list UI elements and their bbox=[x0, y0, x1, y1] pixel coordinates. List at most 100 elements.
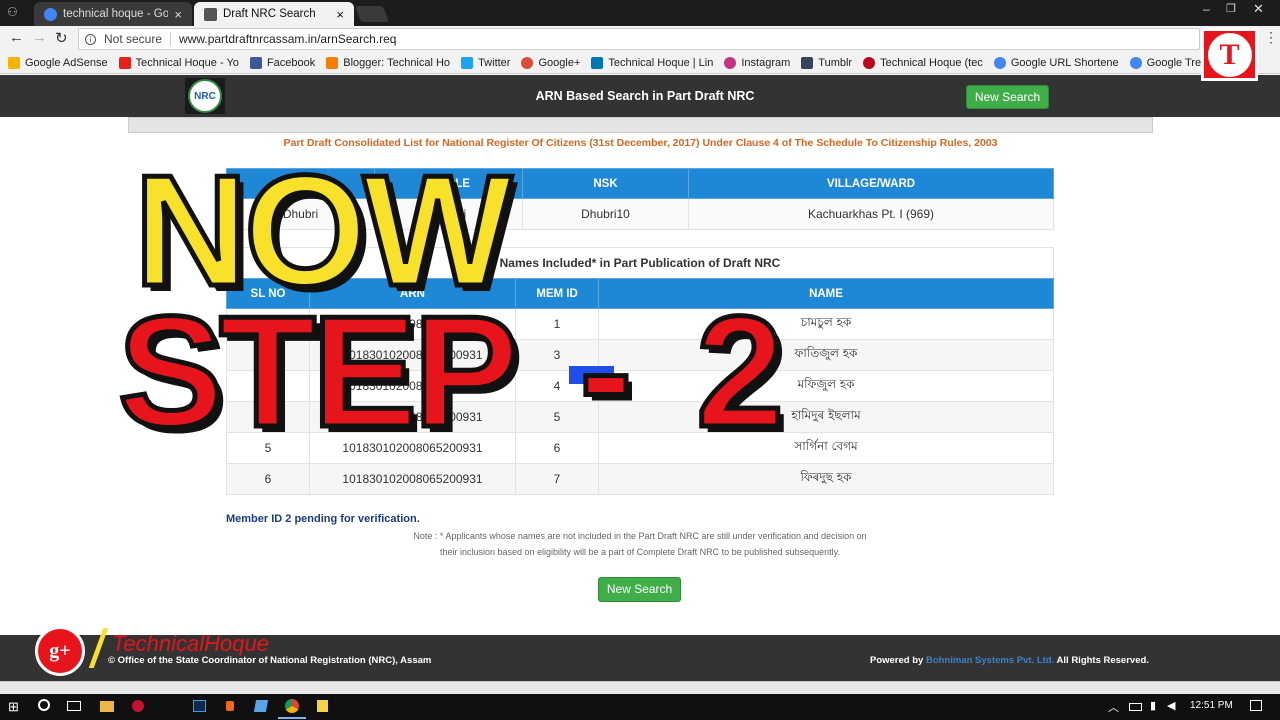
nrc-logo: NRC bbox=[185, 78, 225, 114]
minimize-icon[interactable]: – bbox=[1203, 2, 1210, 16]
chrome-active-underline bbox=[278, 717, 306, 719]
bookmark-label: Technical Hoque (tec bbox=[880, 56, 983, 69]
tab-draft-nrc-search[interactable]: Draft NRC Search × bbox=[194, 2, 354, 26]
back-icon[interactable]: ← bbox=[9, 29, 24, 46]
new-tab-button[interactable] bbox=[355, 6, 389, 22]
nrc-logo-badge: NRC bbox=[188, 79, 222, 113]
bookmark-label: Blogger: Technical Ho bbox=[343, 56, 451, 69]
bookmark-item[interactable]: Technical Hoque | Lin bbox=[591, 56, 714, 69]
bookmark-label: Google AdSense bbox=[25, 56, 108, 69]
reload-icon[interactable]: ↻ bbox=[55, 29, 68, 47]
pending-message: Member ID 2 pending for verification. bbox=[226, 513, 420, 525]
note-line-2: their inclusion based on eligibility wil… bbox=[439, 547, 841, 557]
google-icon bbox=[1129, 56, 1142, 69]
footer-powered-suffix: All Rights Reserved. bbox=[1054, 655, 1149, 666]
notifications-icon[interactable] bbox=[1250, 700, 1262, 711]
adsense-icon bbox=[8, 56, 20, 69]
incognito-icon: ⚇ bbox=[7, 5, 18, 19]
google-plus-badge: g+ bbox=[35, 626, 85, 676]
bookmark-item[interactable]: Instagram bbox=[724, 56, 791, 69]
info-icon[interactable]: i bbox=[85, 33, 96, 45]
tab-title: Draft NRC Search bbox=[223, 8, 316, 20]
twitter-icon bbox=[461, 56, 474, 69]
volume-icon[interactable]: ◀ bbox=[1167, 699, 1175, 712]
app-blue-icon[interactable] bbox=[253, 700, 269, 712]
new-search-button-header[interactable]: New Search bbox=[966, 85, 1049, 109]
bookmark-label: Technical Hoque - Yo bbox=[135, 56, 239, 69]
youtube-icon bbox=[118, 56, 131, 69]
google-icon bbox=[44, 7, 57, 21]
bookmarks-bar: Google AdSense Technical Hoque - Yo Facebo… bbox=[0, 52, 1280, 74]
taskbar-time[interactable]: 12:51 PM bbox=[1190, 700, 1233, 711]
footer-powered-prefix: Powered by bbox=[870, 655, 926, 666]
bookmark-label: Google+ bbox=[538, 56, 581, 69]
page-icon bbox=[204, 7, 217, 21]
cell-nsk: Dhubri10 bbox=[522, 198, 689, 230]
page-scrollbar[interactable] bbox=[0, 681, 1280, 694]
footer-company-link[interactable]: Bohniman Systems Pvt. Ltd. bbox=[926, 655, 1054, 666]
battery-icon[interactable] bbox=[1129, 703, 1142, 711]
photoshop-icon[interactable] bbox=[193, 700, 206, 712]
forward-icon[interactable]: → bbox=[32, 29, 47, 46]
file-explorer-icon[interactable] bbox=[100, 701, 114, 712]
app-red-icon[interactable] bbox=[132, 700, 144, 712]
tumblr-icon bbox=[801, 56, 814, 69]
browser-tab-strip: ⚇ technical hoque - Googl × Draft NRC Se… bbox=[0, 0, 1280, 26]
pinterest-icon bbox=[863, 56, 876, 69]
task-view-icon[interactable] bbox=[67, 701, 81, 711]
corner-channel-logo-letter: T bbox=[1207, 32, 1252, 77]
bookmark-label: Instagram bbox=[741, 56, 791, 69]
cell-sl-no: 6 bbox=[226, 463, 310, 495]
bookmark-item[interactable]: Tumblr bbox=[801, 56, 852, 69]
bookmark-label: Google URL Shortene bbox=[1010, 56, 1119, 69]
search-icon[interactable] bbox=[38, 699, 50, 711]
googleplus-icon bbox=[521, 56, 534, 69]
instagram-icon bbox=[724, 56, 737, 69]
cell-name: ফিৰদুছ হক bbox=[598, 463, 1054, 495]
close-window-icon[interactable]: ✕ bbox=[1253, 1, 1264, 17]
menu-icon[interactable]: ⋮ bbox=[1264, 29, 1278, 46]
linkedin-icon bbox=[591, 56, 604, 69]
bookmark-item[interactable]: Google+ bbox=[521, 56, 581, 69]
page-title: ARN Based Search in Part Draft NRC bbox=[535, 89, 755, 103]
footer-copyright: © Office of the State Coordinator of Nat… bbox=[108, 655, 432, 666]
network-icon[interactable]: ▮ bbox=[1150, 699, 1156, 712]
close-icon[interactable]: × bbox=[336, 7, 344, 22]
tray-chevron-icon[interactable]: ︿ bbox=[1108, 699, 1119, 715]
close-icon[interactable]: × bbox=[174, 7, 182, 22]
windows-taskbar: ⊞ ︿ ▮ ◀ 12:51 PM bbox=[0, 694, 1280, 720]
header-nsk: NSK bbox=[522, 168, 689, 199]
blogger-icon bbox=[326, 56, 339, 69]
chrome-taskbar-icon[interactable] bbox=[285, 699, 299, 713]
sticky-notes-icon[interactable] bbox=[317, 700, 328, 712]
google-plus-icon: g+ bbox=[49, 639, 71, 662]
cell-arn: 101830102008065200931 bbox=[309, 463, 516, 495]
new-search-button-bottom[interactable]: New Search bbox=[598, 577, 681, 602]
bookmark-item[interactable]: Facebook bbox=[249, 56, 315, 69]
app-orange-icon[interactable] bbox=[226, 701, 234, 711]
table-row: 6 101830102008065200931 7 ফিৰদুছ হক bbox=[226, 463, 1054, 495]
bookmark-item[interactable]: Twitter bbox=[461, 56, 511, 69]
bookmark-item[interactable]: Technical Hoque - Yo bbox=[118, 56, 239, 69]
overlay-channel-name: TechnicalHoque bbox=[112, 631, 269, 656]
cell-mem-id: 7 bbox=[515, 463, 599, 495]
bookmark-label: Twitter bbox=[478, 56, 511, 69]
bookmark-item[interactable]: Google AdSense bbox=[8, 56, 108, 69]
bookmark-label: Technical Hoque | Lin bbox=[608, 56, 714, 69]
address-bar[interactable]: i Not secure www.partdraftnrcassam.in/ar… bbox=[78, 28, 1200, 50]
footer-powered-by: Powered by Bohniman Systems Pvt. Ltd. Al… bbox=[870, 655, 1149, 666]
google-icon bbox=[993, 56, 1006, 69]
tab-title: technical hoque - Googl bbox=[63, 8, 169, 20]
bookmark-item[interactable]: Google URL Shortene bbox=[993, 56, 1119, 69]
overlay-step-text: STEP - 2 bbox=[115, 284, 786, 460]
restore-icon[interactable]: ❐ bbox=[1226, 2, 1236, 15]
facebook-icon bbox=[249, 56, 262, 69]
url-text[interactable]: www.partdraftnrcassam.in/arnSearch.req bbox=[179, 32, 396, 46]
bookmark-item[interactable]: Blogger: Technical Ho bbox=[326, 56, 451, 69]
cell-village: Kachuarkhas Pt. I (969) bbox=[688, 198, 1054, 230]
windows-start-icon[interactable]: ⊞ bbox=[8, 699, 19, 715]
corner-channel-logo: T bbox=[1201, 28, 1258, 81]
tab-technical-hoque[interactable]: technical hoque - Googl × bbox=[34, 2, 192, 26]
bookmark-item[interactable]: Technical Hoque (tec bbox=[863, 56, 983, 69]
security-label[interactable]: Not secure bbox=[104, 32, 172, 46]
